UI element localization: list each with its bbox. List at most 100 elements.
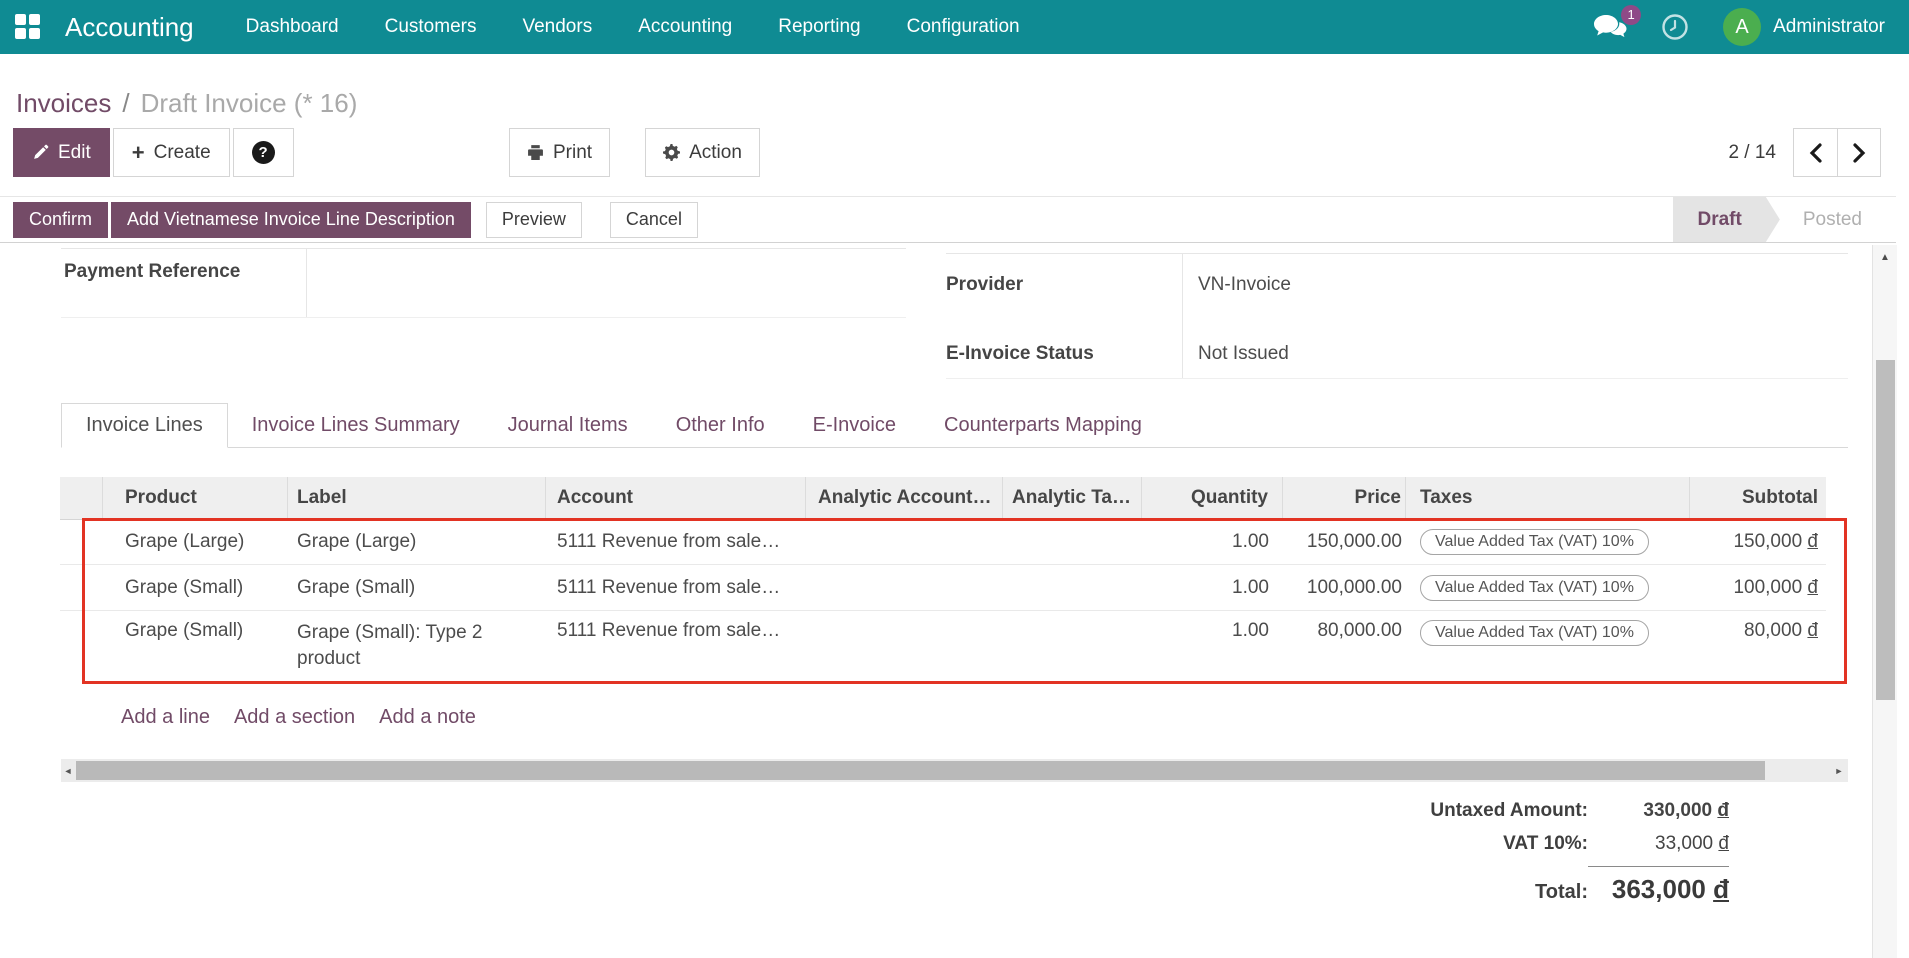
table-header: Product Label Account Analytic Account… … <box>60 477 1826 520</box>
cell-price: 150,000.00 <box>1283 531 1406 553</box>
scroll-left-arrow-icon[interactable]: ◄ <box>61 759 75 782</box>
tab-e-invoice[interactable]: E-Invoice <box>789 403 920 447</box>
breadcrumb-separator: / <box>122 88 129 119</box>
top-navbar: Accounting Dashboard Customers Vendors A… <box>0 0 1909 54</box>
create-button[interactable]: + Create <box>113 128 230 177</box>
cell-product: Grape (Small) <box>103 620 288 642</box>
scroll-up-arrow-icon[interactable]: ▲ <box>1873 245 1897 269</box>
apps-grid-icon[interactable] <box>15 14 41 40</box>
total-row: Total: 363,000 đ <box>1190 866 1729 905</box>
add-vietnamese-description-button[interactable]: Add Vietnamese Invoice Line Description <box>111 202 471 238</box>
edit-button[interactable]: Edit <box>13 128 110 177</box>
navbar-systray: 1 A Administrator <box>1593 8 1885 46</box>
horizontal-scrollbar-thumb[interactable] <box>76 761 1765 780</box>
pager-next-button[interactable] <box>1837 129 1880 176</box>
menu-vendors[interactable]: Vendors <box>522 16 592 38</box>
table-row[interactable]: Grape (Large) Grape (Large) 5111 Revenue… <box>60 520 1826 565</box>
horizontal-scrollbar[interactable]: ◄ ► <box>61 759 1848 782</box>
tab-invoice-lines[interactable]: Invoice Lines <box>61 403 228 448</box>
cell-quantity: 1.00 <box>1142 577 1283 599</box>
cell-quantity: 1.00 <box>1142 620 1283 642</box>
preview-button[interactable]: Preview <box>486 202 582 238</box>
right-group-bottom-border <box>946 378 1848 379</box>
pager-value[interactable]: 2 / 14 <box>1690 142 1776 164</box>
col-label: Label <box>288 477 546 520</box>
menu-reporting[interactable]: Reporting <box>778 16 860 38</box>
cell-product: Grape (Small) <box>103 577 288 599</box>
cell-account: 5111 Revenue from sale… <box>546 531 806 553</box>
provider-label: Provider <box>946 274 1023 296</box>
cell-account: 5111 Revenue from sale… <box>546 577 806 599</box>
messages-badge: 1 <box>1621 5 1641 25</box>
right-group-top-border <box>946 253 1848 254</box>
tab-counterparts-mapping[interactable]: Counterparts Mapping <box>920 403 1166 447</box>
cell-taxes: Value Added Tax (VAT) 10% <box>1406 620 1690 646</box>
menu-customers[interactable]: Customers <box>385 16 477 38</box>
table-row[interactable]: Grape (Small) Grape (Small): Type 2 prod… <box>60 611 1826 682</box>
col-quantity: Quantity <box>1142 477 1283 520</box>
untaxed-amount-label: Untaxed Amount: <box>1190 800 1588 822</box>
cell-taxes: Value Added Tax (VAT) 10% <box>1406 529 1690 555</box>
left-group-divider <box>306 248 307 317</box>
col-analytic-account: Analytic Account… <box>806 477 1003 520</box>
left-group-top-border <box>61 248 906 249</box>
cell-label: Grape (Small) <box>288 577 546 599</box>
menu-dashboard[interactable]: Dashboard <box>246 16 339 38</box>
question-icon: ? <box>252 141 275 164</box>
vertical-scrollbar[interactable]: ▲ <box>1872 245 1897 958</box>
cell-account: 5111 Revenue from sale… <box>546 620 806 642</box>
print-action-buttons: Print Action <box>509 128 760 177</box>
breadcrumb: Invoices / Draft Invoice (* 16) <box>16 88 357 119</box>
table-row[interactable]: Grape (Small) Grape (Small) 5111 Revenue… <box>60 565 1826 611</box>
create-button-label: Create <box>154 142 211 164</box>
add-a-section-link[interactable]: Add a section <box>234 706 355 729</box>
user-menu[interactable]: A Administrator <box>1723 8 1885 46</box>
breadcrumb-invoices-link[interactable]: Invoices <box>16 88 111 119</box>
tax-badge: Value Added Tax (VAT) 10% <box>1420 529 1649 555</box>
tab-journal-items[interactable]: Journal Items <box>484 403 652 447</box>
col-subtotal: Subtotal <box>1690 477 1826 520</box>
total-label: Total: <box>1190 881 1588 904</box>
plus-icon: + <box>132 142 145 164</box>
col-analytic-tags: Analytic Ta… <box>1003 477 1142 520</box>
vat-row: VAT 10%: 33,000 đ <box>1190 833 1729 855</box>
menu-accounting[interactable]: Accounting <box>638 16 732 38</box>
tab-other-info[interactable]: Other Info <box>652 403 789 447</box>
print-button-label: Print <box>553 142 592 164</box>
list-add-links: Add a line Add a section Add a note <box>121 706 476 729</box>
menu-configuration[interactable]: Configuration <box>907 16 1020 38</box>
control-panel-buttons: Edit + Create ? <box>13 128 294 177</box>
payment-reference-label: Payment Reference <box>64 261 240 283</box>
einvoice-status-value: Not Issued <box>1198 343 1289 365</box>
confirm-button[interactable]: Confirm <box>13 202 108 238</box>
pager-previous-button[interactable] <box>1794 129 1837 176</box>
chevron-left-icon <box>1809 143 1823 163</box>
user-name: Administrator <box>1773 16 1885 38</box>
action-button[interactable]: Action <box>645 128 760 177</box>
untaxed-amount-value: 330,000 đ <box>1588 800 1729 822</box>
untaxed-amount-row: Untaxed Amount: 330,000 đ <box>1190 800 1729 822</box>
cell-label: Grape (Large) <box>288 531 546 553</box>
printer-icon <box>527 144 544 161</box>
help-button[interactable]: ? <box>233 128 294 177</box>
chevron-right-icon <box>1852 143 1866 163</box>
pencil-icon <box>32 144 49 161</box>
messages-button[interactable]: 1 <box>1593 14 1627 41</box>
vat-label: VAT 10%: <box>1190 833 1588 855</box>
add-a-note-link[interactable]: Add a note <box>379 706 476 729</box>
activities-button[interactable] <box>1661 13 1689 41</box>
cell-quantity: 1.00 <box>1142 531 1283 553</box>
tab-invoice-lines-summary[interactable]: Invoice Lines Summary <box>228 403 484 447</box>
vertical-scrollbar-thumb[interactable] <box>1876 360 1895 700</box>
vat-value: 33,000 đ <box>1588 833 1729 855</box>
state-posted[interactable]: Posted <box>1780 197 1868 242</box>
print-button[interactable]: Print <box>509 128 610 177</box>
cell-price: 80,000.00 <box>1283 620 1406 642</box>
state-draft[interactable]: Draft <box>1673 197 1780 242</box>
app-name[interactable]: Accounting <box>65 12 194 43</box>
edit-button-label: Edit <box>58 142 91 164</box>
currency-symbol: đ <box>1718 833 1729 854</box>
scroll-right-arrow-icon[interactable]: ► <box>1832 759 1846 782</box>
cancel-button[interactable]: Cancel <box>610 202 698 238</box>
add-a-line-link[interactable]: Add a line <box>121 706 210 729</box>
